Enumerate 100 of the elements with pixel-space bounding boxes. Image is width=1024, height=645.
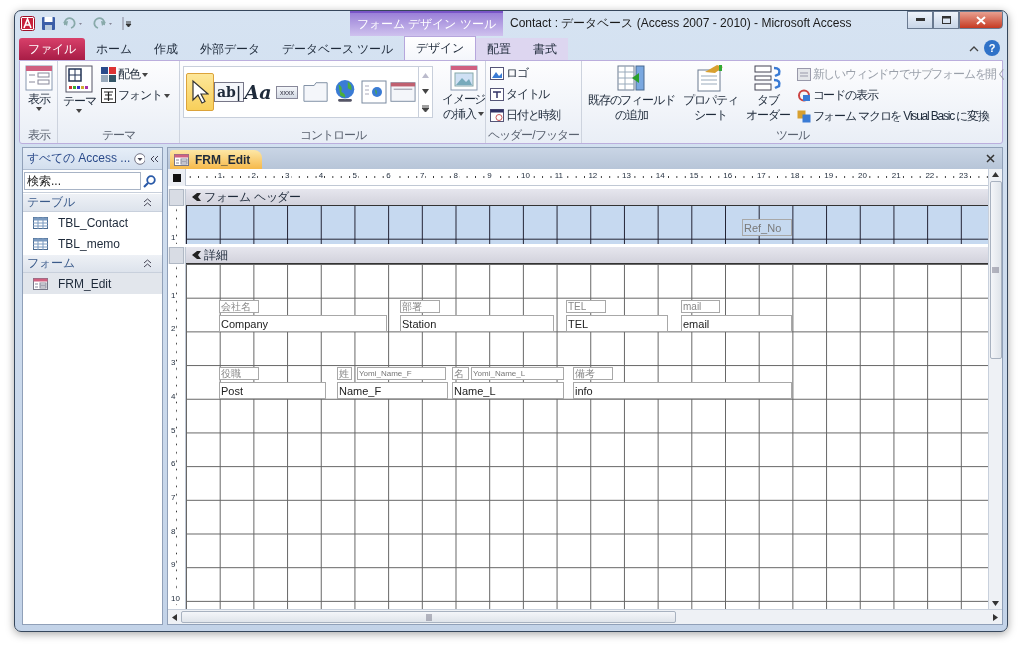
minimize-button[interactable] — [907, 11, 933, 29]
table-icon — [33, 237, 48, 250]
header-footer-button[interactable]: ロゴ — [489, 64, 529, 83]
contextual-tab-header: フォーム デザイン ツール — [350, 11, 503, 36]
text-box-control[interactable]: Company — [219, 315, 387, 332]
save-icon[interactable] — [41, 16, 56, 31]
text-box-control[interactable]: info — [573, 382, 792, 399]
group-title: テーブル — [27, 194, 75, 211]
control-tool-button[interactable] — [186, 73, 214, 111]
field-label[interactable]: mail — [681, 300, 720, 313]
scroll-up-icon[interactable] — [992, 172, 999, 177]
header-footer-button[interactable]: 日付と時刻 — [489, 106, 561, 125]
tool-button[interactable]: タブ オーダー — [743, 64, 793, 122]
field-label[interactable]: 会社名 — [219, 300, 259, 313]
form-view-icon — [25, 65, 53, 91]
field-label[interactable]: 姓 — [337, 367, 352, 380]
ruler-number: 13 — [621, 171, 632, 181]
fonts-button[interactable]: フォント — [100, 86, 171, 105]
help-button[interactable]: ? — [984, 40, 1000, 56]
document-tab[interactable]: FRM_Edit — [170, 150, 263, 169]
tool-command-button[interactable]: フォーム マクロを Visual Basic に変換 — [795, 107, 1007, 126]
chevron-icon[interactable] — [143, 259, 152, 268]
ribbon-tab[interactable]: 外部データ — [189, 38, 271, 60]
ribbon-tab[interactable]: ホーム — [85, 38, 143, 60]
group-title: フォーム — [27, 255, 75, 272]
browser-icon — [361, 80, 387, 104]
app-logo-icon[interactable] — [20, 16, 35, 31]
font-icon — [101, 88, 117, 103]
ruler-number: 1 — [216, 171, 224, 181]
ribbon-tab[interactable]: デザイン — [404, 36, 477, 60]
text-box-control[interactable]: email — [681, 315, 792, 332]
search-field[interactable]: 検索... — [24, 172, 141, 190]
text-box-control[interactable]: Station — [400, 315, 554, 332]
close-icon — [976, 15, 986, 25]
form-selector-icon[interactable] — [172, 173, 181, 182]
ribbon-tab[interactable]: データベース ツール — [271, 38, 405, 60]
code-icon — [796, 89, 811, 102]
more-icon[interactable] — [422, 104, 429, 112]
customize-toolbar-icon[interactable] — [122, 16, 132, 31]
scroll-left-icon[interactable] — [172, 613, 177, 621]
ruler-number: 21 — [890, 171, 902, 181]
tool-button[interactable]: プロパティ シート — [680, 64, 741, 122]
field-label[interactable]: 部署 — [400, 300, 440, 313]
navigation-item[interactable]: TBL_memo — [23, 233, 162, 254]
scroll-down-icon[interactable] — [422, 88, 429, 94]
scroll-right-icon[interactable] — [993, 613, 998, 621]
caret-icon — [142, 72, 148, 77]
navigation-item[interactable]: TBL_Contact — [23, 212, 162, 233]
maximize-button[interactable] — [933, 11, 959, 29]
field-label[interactable]: 備考 — [573, 367, 613, 380]
scroll-thumb[interactable] — [989, 181, 1002, 359]
colors-button[interactable]: 配色 — [100, 65, 171, 84]
caret-icon — [163, 93, 170, 98]
text-box-control[interactable]: Yomi_Name_F — [357, 367, 446, 380]
ruler-number: 22 — [924, 171, 936, 181]
header-footer-button[interactable]: タイトル — [489, 85, 551, 104]
tab-order-icon — [753, 64, 783, 92]
maximize-icon — [941, 16, 951, 24]
ribbon-tab[interactable]: 書式 — [522, 38, 569, 60]
ruler-number: 10 — [171, 594, 180, 604]
vertical-scrollbar[interactable] — [988, 169, 1002, 609]
text-box-control[interactable]: TEL — [566, 315, 668, 332]
text-box-control[interactable]: Name_L — [452, 382, 564, 399]
calendar-clock-icon — [490, 109, 504, 122]
scroll-thumb[interactable] — [181, 611, 676, 623]
window-icon — [796, 68, 811, 81]
view-button[interactable]: 表示 — [23, 64, 55, 112]
ruler-number: 10 — [520, 171, 531, 181]
section-bar[interactable]: 詳細 — [186, 247, 988, 264]
section-bar[interactable]: フォーム ヘッダー — [186, 189, 988, 206]
group-label: ヘッダー/フッター — [487, 127, 580, 143]
ruler-number: 11 — [553, 171, 564, 181]
horizontal-scrollbar[interactable] — [168, 609, 1002, 624]
text-box-control[interactable]: Post — [219, 382, 326, 399]
ruler-number: 8 — [171, 526, 176, 537]
close-icon[interactable] — [986, 154, 995, 163]
field-label[interactable]: TEL — [566, 300, 606, 313]
scroll-down-icon[interactable] — [992, 601, 999, 606]
tool-button[interactable]: 既存のフィールド の追加 — [585, 64, 678, 122]
ribbon-tab[interactable]: 配置 — [476, 38, 523, 60]
collapse-ribbon-icon[interactable] — [969, 45, 979, 53]
tool-command-button[interactable]: コードの表示 — [795, 86, 1007, 105]
ribbon-tab[interactable]: ファイル — [19, 38, 85, 60]
group-header[interactable]: フォーム — [23, 255, 162, 273]
chevron-icon[interactable] — [143, 198, 152, 207]
themes-button[interactable]: テーマ — [61, 64, 98, 114]
field-label[interactable]: 役職 — [219, 367, 259, 380]
form-icon — [33, 277, 48, 290]
group-header[interactable]: テーブル — [23, 194, 162, 212]
text-box-control[interactable]: Name_F — [337, 382, 448, 399]
text-box-control[interactable]: Yomi_Name_L — [471, 367, 564, 380]
collapse-pane-icon[interactable] — [149, 154, 158, 163]
field-label[interactable]: 名 — [452, 367, 469, 380]
navigation-item[interactable]: FRM_Edit — [23, 273, 162, 294]
insert-image-button[interactable]: イメージ の挿入 — [440, 64, 488, 122]
ribbon-tab[interactable]: 作成 — [143, 38, 189, 60]
control-tool-button[interactable]: Aa — [244, 73, 272, 111]
close-button[interactable] — [959, 11, 1003, 29]
search-icon[interactable] — [143, 174, 156, 188]
dropdown-icon[interactable] — [134, 152, 146, 165]
